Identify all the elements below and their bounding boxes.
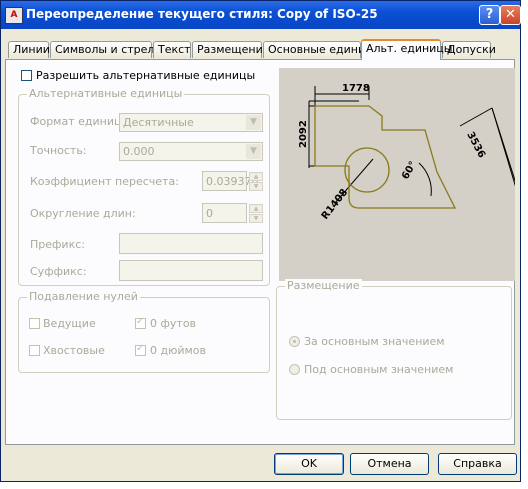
- after-primary-radio[interactable]: [289, 336, 300, 347]
- dialog-window: A Переопределение текущего стиля: Copy o…: [0, 0, 521, 482]
- app-icon: A: [5, 7, 23, 24]
- alt-units-group: Альтернативные единицы Формат единиц: Де…: [18, 87, 270, 286]
- prefix-input[interactable]: [119, 233, 263, 254]
- round-off-value: 0: [206, 207, 213, 220]
- zero-feet-label: 0 футов: [150, 317, 197, 330]
- dim-top-text: 1778: [342, 83, 370, 94]
- tab-symbols-arrows[interactable]: Символы и стрелки: [50, 41, 168, 58]
- dim-radius-text: R1408: [320, 187, 351, 222]
- below-primary-radio[interactable]: [289, 364, 300, 375]
- round-off-label: Округление длин:: [30, 207, 136, 220]
- zero-suppression-title: Подавление нулей: [27, 290, 140, 303]
- spin-down-icon[interactable]: ▼: [249, 214, 263, 223]
- dim-right-text: 3536: [464, 130, 487, 160]
- multiplier-input[interactable]: 0.039370 ▲ ▼: [202, 171, 263, 191]
- prefix-label: Префикс:: [30, 238, 85, 251]
- window-title: Переопределение текущего стиля: Copy of …: [26, 7, 378, 21]
- after-primary-label: За основным значением: [304, 335, 445, 348]
- spin-down-icon[interactable]: ▼: [249, 182, 263, 191]
- placement-group: Размещение За основным значением Под осн…: [276, 279, 512, 420]
- tab-primary-units[interactable]: Основные единицы: [263, 41, 381, 58]
- below-primary-label: Под основным значением: [304, 363, 454, 376]
- tab-panel: Разрешить альтернативные единицы Альтерн…: [5, 59, 520, 445]
- trailing-zeros-checkbox[interactable]: [29, 345, 40, 356]
- round-off-spinner[interactable]: ▲ ▼: [249, 204, 263, 224]
- dim-angle-text: 60°: [400, 160, 419, 182]
- help-title-button[interactable]: ?: [479, 5, 500, 25]
- close-button[interactable]: ✕: [500, 5, 521, 25]
- multiplier-label: Коэффициент пересчета:: [30, 175, 179, 188]
- spin-up-icon[interactable]: ▲: [249, 204, 263, 213]
- enable-alt-units-checkbox[interactable]: [21, 70, 32, 81]
- unit-format-value: Десятичные: [123, 116, 194, 129]
- leading-zeros-checkbox[interactable]: [29, 318, 40, 329]
- zero-suppression-group: Подавление нулей Ведущие 0 футов Хвостов…: [18, 290, 270, 373]
- precision-label: Точность:: [30, 144, 87, 157]
- trailing-zeros-label: Хвостовые: [43, 344, 105, 357]
- tab-text[interactable]: Текст: [153, 41, 191, 58]
- help-button[interactable]: Справка: [438, 453, 517, 475]
- ok-button[interactable]: OK: [274, 453, 344, 475]
- suffix-label: Суффикс:: [30, 265, 87, 278]
- unit-format-select[interactable]: Десятичные ▼: [119, 113, 263, 132]
- leading-zeros-label: Ведущие: [43, 317, 96, 330]
- precision-value: 0.000: [123, 145, 155, 158]
- zero-inches-label: 0 дюймов: [150, 344, 207, 357]
- enable-alt-units-label: Разрешить альтернативные единицы: [36, 69, 256, 82]
- unit-format-label: Формат единиц:: [30, 115, 126, 128]
- cancel-button[interactable]: Отмена: [350, 453, 429, 475]
- tab-alternate-units[interactable]: Альт. единицы: [361, 39, 452, 60]
- zero-inches-checkbox[interactable]: [135, 343, 146, 356]
- placement-title: Размещение: [285, 279, 362, 292]
- alt-units-group-title: Альтернативные единицы: [27, 87, 185, 100]
- chevron-down-icon: ▼: [246, 144, 261, 159]
- tab-lines[interactable]: Линии: [8, 41, 50, 58]
- dim-left-text: 2092: [298, 120, 309, 148]
- precision-select[interactable]: 0.000 ▼: [119, 142, 263, 161]
- chevron-down-icon: ▼: [246, 115, 261, 130]
- title-bar[interactable]: A Переопределение текущего стиля: Copy o…: [1, 1, 521, 29]
- dimension-preview: 1778 2092 3536 60° R1408: [279, 68, 520, 281]
- spin-up-icon[interactable]: ▲: [249, 172, 263, 181]
- tab-fit[interactable]: Размещение: [192, 41, 270, 58]
- suffix-input[interactable]: [119, 260, 263, 281]
- preview-drawing: 1778 2092 3536 60° R1408: [298, 83, 520, 222]
- round-off-input[interactable]: 0 ▲ ▼: [202, 203, 263, 223]
- zero-feet-checkbox[interactable]: [135, 316, 146, 329]
- multiplier-spinner[interactable]: ▲ ▼: [249, 172, 263, 192]
